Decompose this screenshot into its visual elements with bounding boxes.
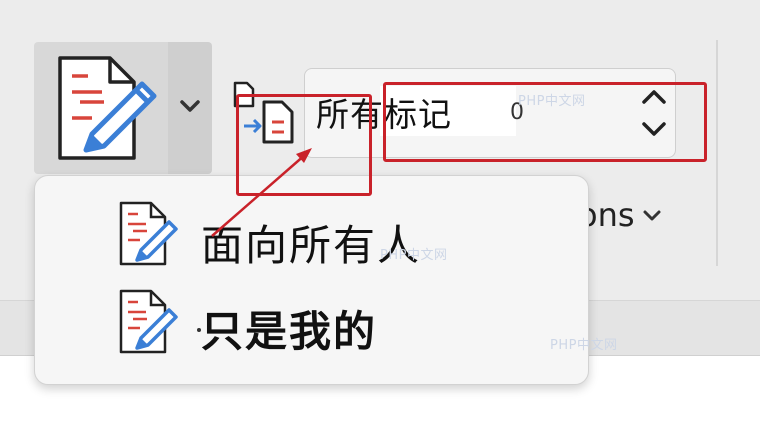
- chevron-down-icon[interactable]: [640, 206, 664, 226]
- annotation-box-compare-icon: [236, 94, 372, 196]
- track-changes-pen-icon: [119, 289, 178, 354]
- watermark-text: PHP中文网: [550, 338, 618, 353]
- track-changes-pen-icon: [58, 56, 157, 160]
- track-changes-pen-icon: [119, 201, 178, 266]
- track-changes-menu: 面向所有人 只是我的: [34, 175, 589, 385]
- menu-item-label: 面向所有人: [201, 221, 422, 270]
- chevron-down-icon: [180, 100, 200, 112]
- annotation-box-markup-field: [383, 82, 707, 162]
- watermark-text: PHP中文网: [380, 248, 448, 263]
- menu-item-label: 只是我的: [201, 307, 378, 356]
- menu-item-just-mine[interactable]: 只是我的: [35, 284, 588, 374]
- menu-item-everyone[interactable]: 面向所有人: [35, 194, 588, 284]
- ribbon-group-divider: [716, 40, 718, 266]
